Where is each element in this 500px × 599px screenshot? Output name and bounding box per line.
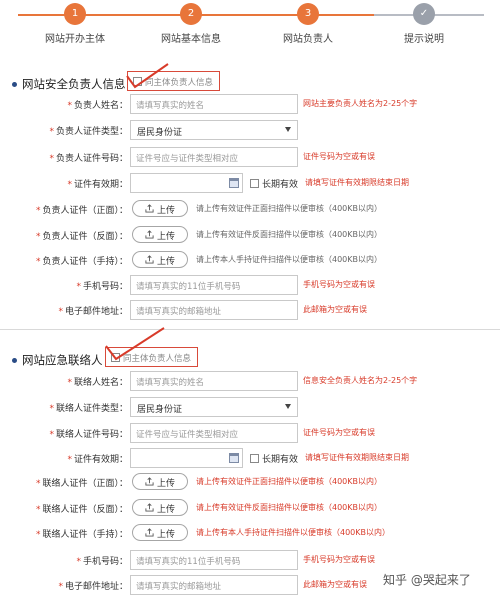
checkbox-icon[interactable] xyxy=(250,179,259,188)
section-title-emergency: 网站应急联络人 xyxy=(12,352,103,368)
upload-id-back-button[interactable]: 上传 xyxy=(132,499,188,516)
bullet-icon xyxy=(12,358,17,363)
owner-validity-date-input[interactable] xyxy=(130,173,243,193)
field-row-contact-id-front: * 联络人证件（正面）： 上传 请上传有效证件正面扫描件以便审核（400KB以内） xyxy=(0,472,500,492)
validation-hint: 证件号码为空或有误 xyxy=(303,428,375,437)
step-1[interactable]: 1 网站开办主体 xyxy=(15,3,135,45)
red-checkmark-annotation-icon xyxy=(126,63,169,89)
upload-hint: 请上传有效证件反面扫描件以便审核（400KB以内） xyxy=(196,230,383,239)
upload-hint: 请上传本人手持证件扫描件以便审核（400KB以内） xyxy=(196,255,383,264)
upload-icon xyxy=(145,477,154,486)
owner-phone-input[interactable]: 请填写真实的11位手机号码 xyxy=(130,275,298,295)
contact-name-input[interactable]: 请填写真实的姓名 xyxy=(130,371,298,391)
field-row-owner-name: * 负责人姓名： 请填写真实的姓名 网站主要负责人姓名为2-25个字 xyxy=(0,94,500,114)
upload-icon xyxy=(145,230,154,239)
step-label: 网站负责人 xyxy=(283,34,333,45)
owner-id-number-input[interactable]: 证件号应与证件类型相对应 xyxy=(130,147,298,167)
contact-validity-date-input[interactable] xyxy=(130,448,243,468)
step-label: 提示说明 xyxy=(404,34,444,45)
calendar-icon[interactable] xyxy=(229,178,239,188)
validation-hint: 证件号码为空或有误 xyxy=(303,152,375,161)
zhihu-watermark: 知乎 @哭起来了 xyxy=(383,573,471,587)
contact-email-input[interactable]: 请填写真实的邮箱地址 xyxy=(130,575,298,595)
contact-id-number-input[interactable]: 证件号应与证件类型相对应 xyxy=(130,423,298,443)
section-divider xyxy=(0,329,500,330)
step-3[interactable]: 3 网站负责人 xyxy=(248,3,368,45)
checkmark-icon: ✓ xyxy=(413,3,435,25)
validation-hint: 网站主要负责人姓名为2-25个字 xyxy=(303,99,418,108)
step-number: 3 xyxy=(297,3,319,25)
owner-name-input[interactable]: 请填写真实的姓名 xyxy=(130,94,298,114)
field-row-contact-id-number: * 联络人证件号码： 证件号应与证件类型相对应 证件号码为空或有误 xyxy=(0,423,500,443)
field-row-contact-phone: * 手机号码： 请填写真实的11位手机号码 手机号码为空或有误 xyxy=(0,550,500,570)
chevron-down-icon xyxy=(285,127,291,132)
field-row-contact-id-hold: * 联络人证件（手持）： 上传 请上传有本人手持证件扫描件以便审核（400KB以内… xyxy=(0,523,500,543)
field-row-owner-validity: * 证件有效期： 长期有效 请填写证件有效期限结束日期 xyxy=(0,173,500,193)
upload-icon xyxy=(145,528,154,537)
field-row-contact-validity: * 证件有效期： 长期有效 请填写证件有效期限结束日期 xyxy=(0,448,500,468)
upload-icon xyxy=(145,503,154,512)
checkbox-icon[interactable] xyxy=(250,454,259,463)
field-row-owner-id-type: * 负责人证件类型： 居民身份证 xyxy=(0,120,500,140)
validation-hint: 请填写证件有效期限结束日期 xyxy=(305,453,409,462)
field-row-owner-phone: * 手机号码： 请填写真实的11位手机号码 手机号码为空或有误 xyxy=(0,275,500,295)
validation-hint: 信息安全负责人姓名为2-25个字 xyxy=(303,376,418,385)
field-row-owner-id-number: * 负责人证件号码： 证件号应与证件类型相对应 证件号码为空或有误 xyxy=(0,147,500,167)
upload-hint: 请上传有效证件反面扫描件以便审核（400KB以内） xyxy=(196,503,383,512)
step-label: 网站基本信息 xyxy=(161,34,221,45)
upload-hint: 请上传有效证件正面扫描件以便审核（400KB以内） xyxy=(196,477,383,486)
upload-id-front-button[interactable]: 上传 xyxy=(132,473,188,490)
owner-email-input[interactable]: 请填写真实的邮箱地址 xyxy=(130,300,298,320)
upload-id-hold-button[interactable]: 上传 xyxy=(132,524,188,541)
upload-hint: 请上传有本人手持证件扫描件以便审核（400KB以内） xyxy=(196,528,391,537)
field-row-contact-id-back: * 联络人证件（反面）： 上传 请上传有效证件反面扫描件以便审核（400KB以内） xyxy=(0,498,500,518)
validation-hint: 此邮箱为空或有误 xyxy=(303,305,367,314)
contact-phone-input[interactable]: 请填写真实的11位手机号码 xyxy=(130,550,298,570)
bullet-icon xyxy=(12,82,17,87)
red-checkmark-annotation-icon xyxy=(105,327,165,361)
step-4[interactable]: ✓ 提示说明 xyxy=(364,3,484,45)
field-row-contact-name: * 联络人姓名： 请填写真实的姓名 信息安全负责人姓名为2-25个字 xyxy=(0,371,500,391)
upload-id-hold-button[interactable]: 上传 xyxy=(132,251,188,268)
calendar-icon[interactable] xyxy=(229,453,239,463)
field-row-owner-id-hold: * 负责人证件（手持）： 上传 请上传本人手持证件扫描件以便审核（400KB以内） xyxy=(0,250,500,270)
section-title-security: 网站安全负责人信息 xyxy=(12,76,126,92)
owner-id-type-select[interactable]: 居民身份证 xyxy=(130,120,298,140)
upload-icon xyxy=(145,255,154,264)
progress-steps: 1 网站开办主体 2 网站基本信息 3 网站负责人 ✓ 提示说明 xyxy=(0,0,500,45)
upload-hint: 请上传有效证件正面扫描件以便审核（400KB以内） xyxy=(196,204,383,213)
long-term-checkbox[interactable]: 长期有效 xyxy=(250,452,298,465)
contact-id-type-select[interactable]: 居民身份证 xyxy=(130,397,298,417)
validation-hint: 请填写证件有效期限结束日期 xyxy=(305,178,409,187)
chevron-down-icon xyxy=(285,404,291,409)
validation-hint: 手机号码为空或有误 xyxy=(303,555,375,564)
field-row-contact-id-type: * 联络人证件类型： 居民身份证 xyxy=(0,397,500,417)
step-number: 1 xyxy=(64,3,86,25)
upload-icon xyxy=(145,204,154,213)
step-number: 2 xyxy=(180,3,202,25)
long-term-checkbox[interactable]: 长期有效 xyxy=(250,177,298,190)
step-label: 网站开办主体 xyxy=(45,34,105,45)
step-2[interactable]: 2 网站基本信息 xyxy=(131,3,251,45)
validation-hint: 手机号码为空或有误 xyxy=(303,280,375,289)
field-row-owner-id-front: * 负责人证件（正面）： 上传 请上传有效证件正面扫描件以便审核（400KB以内） xyxy=(0,199,500,219)
field-row-owner-id-back: * 负责人证件（反面）： 上传 请上传有效证件反面扫描件以便审核（400KB以内） xyxy=(0,225,500,245)
upload-id-back-button[interactable]: 上传 xyxy=(132,226,188,243)
field-row-owner-email: * 电子邮件地址： 请填写真实的邮箱地址 此邮箱为空或有误 xyxy=(0,300,500,320)
upload-id-front-button[interactable]: 上传 xyxy=(132,200,188,217)
validation-hint: 此邮箱为空或有误 xyxy=(303,580,367,589)
